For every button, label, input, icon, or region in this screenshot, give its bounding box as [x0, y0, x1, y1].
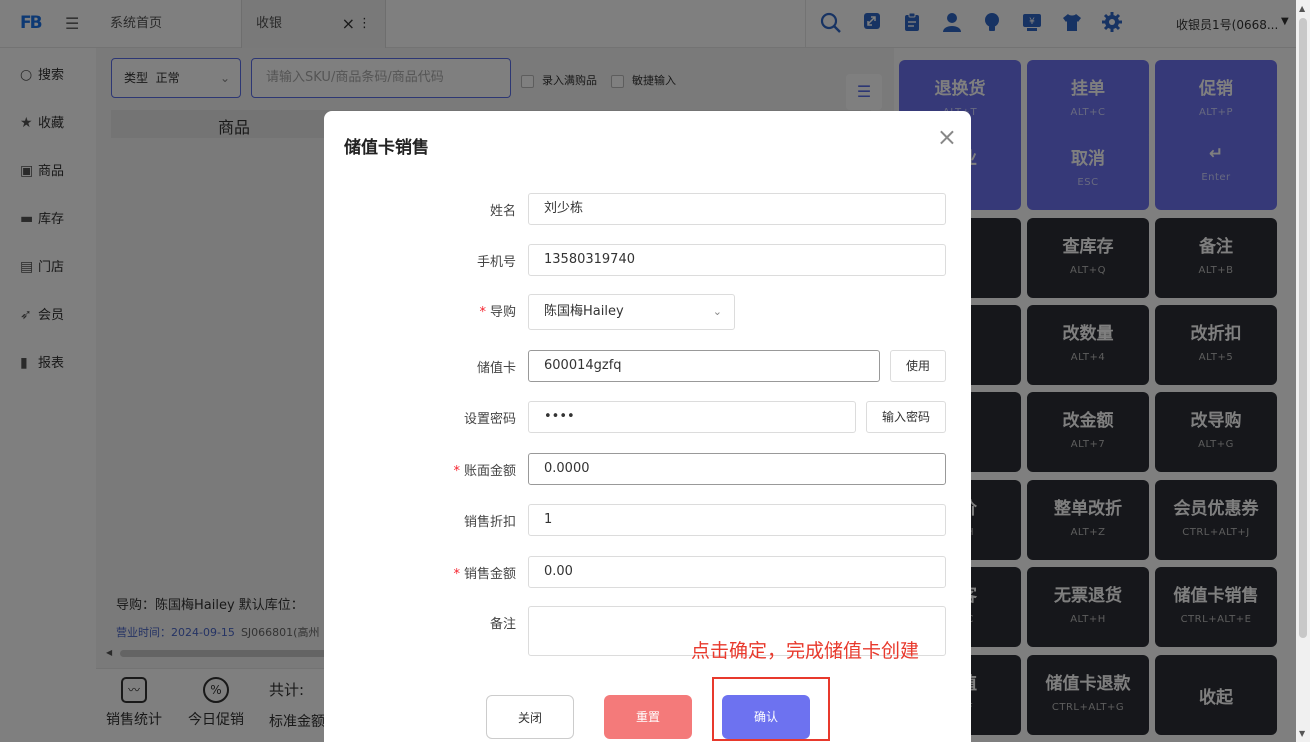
instruction-annotation: 点击确定，完成储值卡创建	[691, 640, 920, 662]
phone-row: 手机号 13580319740	[324, 244, 971, 276]
vertical-scrollbar[interactable]: ▲ ▼	[1296, 0, 1310, 742]
password-field[interactable]: ••••	[528, 401, 856, 433]
password-label: 设置密码	[463, 412, 516, 427]
face-amount-field[interactable]: 0.0000	[528, 453, 946, 485]
name-label: 姓名	[489, 204, 516, 219]
guide-select[interactable]: 陈国梅Hailey ⌄	[528, 294, 735, 330]
discount-field[interactable]: 1	[528, 504, 946, 536]
sale-amount-label-text: 销售金额	[463, 567, 516, 582]
required-mark: *	[453, 464, 460, 479]
name-field[interactable]: 刘少栋	[528, 193, 946, 225]
close-icon[interactable]: ×	[937, 123, 957, 151]
guide-row: * 导购 陈国梅Hailey ⌄	[324, 294, 971, 330]
sale-amount-field[interactable]: 0.00	[528, 556, 946, 588]
card-row: 储值卡 600014gzfq 使用	[324, 350, 971, 382]
phone-label: 手机号	[476, 255, 516, 270]
discount-label: 销售折扣	[463, 515, 516, 530]
scroll-down-icon[interactable]: ▼	[1299, 729, 1305, 738]
face-amount-row: * 账面金额 0.0000	[324, 453, 971, 485]
face-amount-label-text: 账面金额	[463, 464, 516, 479]
remark-label: 备注	[489, 617, 516, 632]
sale-amount-label: * 销售金额	[453, 563, 516, 582]
card-number-field[interactable]: 600014gzfq	[528, 350, 880, 382]
close-button[interactable]: 关闭	[486, 695, 574, 739]
sale-amount-row: * 销售金额 0.00	[324, 556, 971, 588]
guide-label-text: 导购	[489, 305, 516, 320]
scroll-up-icon[interactable]: ▲	[1299, 4, 1305, 13]
required-mark: *	[453, 567, 460, 582]
enter-password-button[interactable]: 输入密码	[866, 401, 946, 433]
guide-label: * 导购	[479, 301, 516, 320]
chevron-down-icon: ⌄	[712, 305, 722, 318]
scrollbar-thumb[interactable]	[1299, 18, 1307, 638]
name-row: 姓名 刘少栋	[324, 193, 971, 225]
face-amount-label: * 账面金额	[453, 460, 516, 479]
dialog-title: 储值卡销售	[344, 138, 429, 158]
use-card-button[interactable]: 使用	[890, 350, 946, 382]
required-mark: *	[479, 305, 486, 320]
reset-button[interactable]: 重置	[604, 695, 692, 739]
guide-select-value: 陈国梅Hailey	[544, 304, 624, 319]
card-label: 储值卡	[476, 361, 516, 376]
phone-field[interactable]: 13580319740	[528, 244, 946, 276]
discount-row: 销售折扣 1	[324, 504, 971, 536]
stored-value-card-sale-dialog: 储值卡销售 × 姓名 刘少栋 手机号 13580319740 * 导购 陈国梅Ha…	[324, 111, 971, 742]
password-row: 设置密码 •••• 输入密码	[324, 401, 971, 433]
highlight-box	[712, 677, 830, 741]
